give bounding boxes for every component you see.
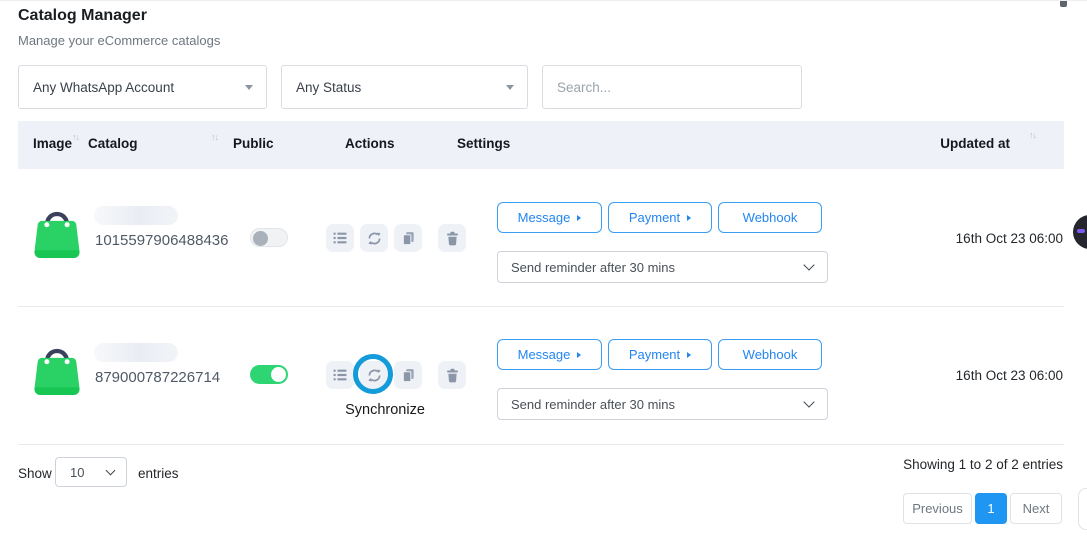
entries-label: entries	[138, 466, 179, 481]
public-toggle[interactable]	[250, 365, 288, 384]
reminder-select-value: Send reminder after 30 mins	[511, 397, 675, 412]
updated-at: 16th Oct 23 06:00	[880, 368, 1063, 383]
payment-button[interactable]: Payment	[608, 339, 712, 370]
whatsapp-account-filter-value: Any WhatsApp Account	[33, 80, 174, 95]
delete-button[interactable]	[438, 224, 466, 252]
trash-icon	[445, 368, 460, 383]
column-header-settings: Settings	[457, 136, 510, 151]
copy-icon	[401, 368, 416, 383]
list-items-button[interactable]	[326, 361, 354, 389]
search-input[interactable]	[542, 65, 802, 109]
list-items-button[interactable]	[326, 224, 354, 252]
synchronize-button[interactable]	[360, 224, 388, 252]
column-header-image[interactable]: Image	[33, 136, 72, 151]
previous-page-button[interactable]: Previous	[903, 493, 972, 524]
chevron-down-icon	[106, 466, 116, 476]
reminder-select[interactable]: Send reminder after 30 mins	[497, 251, 828, 283]
current-page[interactable]: 1	[975, 493, 1007, 524]
page-title: Catalog Manager	[18, 7, 147, 25]
trash-icon	[445, 231, 460, 246]
sort-icon[interactable]: ↑↓	[1029, 130, 1036, 140]
duplicate-button[interactable]	[394, 361, 422, 389]
page-subtitle: Manage your eCommerce catalogs	[18, 33, 220, 48]
table-row: 879000787226714	[0, 306, 1087, 443]
sort-icon[interactable]: ↑↓	[72, 132, 79, 142]
submenu-caret-icon	[577, 215, 581, 221]
payment-button[interactable]: Payment	[608, 202, 712, 233]
synchronize-tooltip: Synchronize	[330, 402, 440, 418]
copy-icon	[401, 231, 416, 246]
webhook-button-label: Webhook	[743, 210, 798, 225]
shopping-bag-icon	[30, 201, 84, 261]
webhook-button[interactable]: Webhook	[718, 339, 822, 370]
chevron-down-icon	[803, 259, 814, 270]
message-button[interactable]: Message	[497, 339, 602, 370]
message-button[interactable]: Message	[497, 202, 602, 233]
catalog-id: 1015597906488436	[95, 232, 228, 249]
entries-summary: Showing 1 to 2 of 2 entries	[903, 457, 1063, 472]
message-button-label: Message	[518, 347, 571, 362]
submenu-caret-icon	[687, 215, 691, 221]
dropdown-caret-icon	[506, 85, 514, 90]
duplicate-button[interactable]	[394, 224, 422, 252]
dropdown-caret-icon	[245, 85, 253, 90]
webhook-button-label: Webhook	[743, 347, 798, 362]
message-button-label: Message	[518, 210, 571, 225]
catalog-name-redacted	[94, 206, 178, 225]
catalog-image	[30, 338, 84, 398]
public-toggle[interactable]	[250, 228, 288, 247]
payment-button-label: Payment	[629, 210, 680, 225]
synchronize-icon	[366, 230, 383, 247]
whatsapp-account-filter[interactable]: Any WhatsApp Account	[18, 65, 267, 109]
column-header-catalog[interactable]: Catalog	[88, 136, 138, 151]
catalog-image	[30, 201, 84, 261]
reminder-select-value: Send reminder after 30 mins	[511, 260, 675, 275]
payment-button-label: Payment	[629, 347, 680, 362]
widget-accent	[1077, 229, 1085, 233]
column-header-actions: Actions	[345, 136, 395, 151]
list-icon	[332, 367, 348, 383]
toggle-knob	[253, 231, 268, 246]
submenu-caret-icon	[687, 352, 691, 358]
show-label: Show	[18, 466, 52, 481]
column-header-public: Public	[233, 136, 274, 151]
webhook-button[interactable]: Webhook	[718, 202, 822, 233]
list-icon	[332, 230, 348, 246]
column-header-updated-at[interactable]: Updated at	[940, 136, 1010, 151]
row-divider	[18, 444, 1064, 445]
toggle-knob	[271, 367, 286, 382]
sort-icon[interactable]: ↑↓	[211, 132, 218, 142]
next-page-button[interactable]: Next	[1010, 493, 1062, 524]
table-header: Image ↑↓ Catalog ↑↓ Public Actions Setti…	[18, 121, 1064, 169]
shopping-bag-icon	[30, 338, 84, 398]
chevron-down-icon	[803, 396, 814, 407]
catalog-id: 879000787226714	[95, 369, 220, 386]
status-filter-value: Any Status	[296, 80, 361, 95]
catalog-manager-page: Catalog Manager Manage your eCommerce ca…	[0, 0, 1087, 538]
updated-at: 16th Oct 23 06:00	[880, 231, 1063, 246]
delete-button[interactable]	[438, 361, 466, 389]
highlight-circle-annotation	[353, 354, 393, 394]
page-size-value: 10	[70, 465, 84, 480]
catalog-name-redacted	[94, 343, 178, 362]
table-row: 1015597906488436	[0, 169, 1087, 306]
reminder-select[interactable]: Send reminder after 30 mins	[497, 388, 828, 420]
submenu-caret-icon	[577, 352, 581, 358]
scrollbar-fragment	[1060, 1, 1067, 7]
edge-clipped-button[interactable]	[1078, 488, 1087, 530]
page-size-select[interactable]: 10	[55, 457, 127, 487]
status-filter[interactable]: Any Status	[281, 65, 528, 109]
